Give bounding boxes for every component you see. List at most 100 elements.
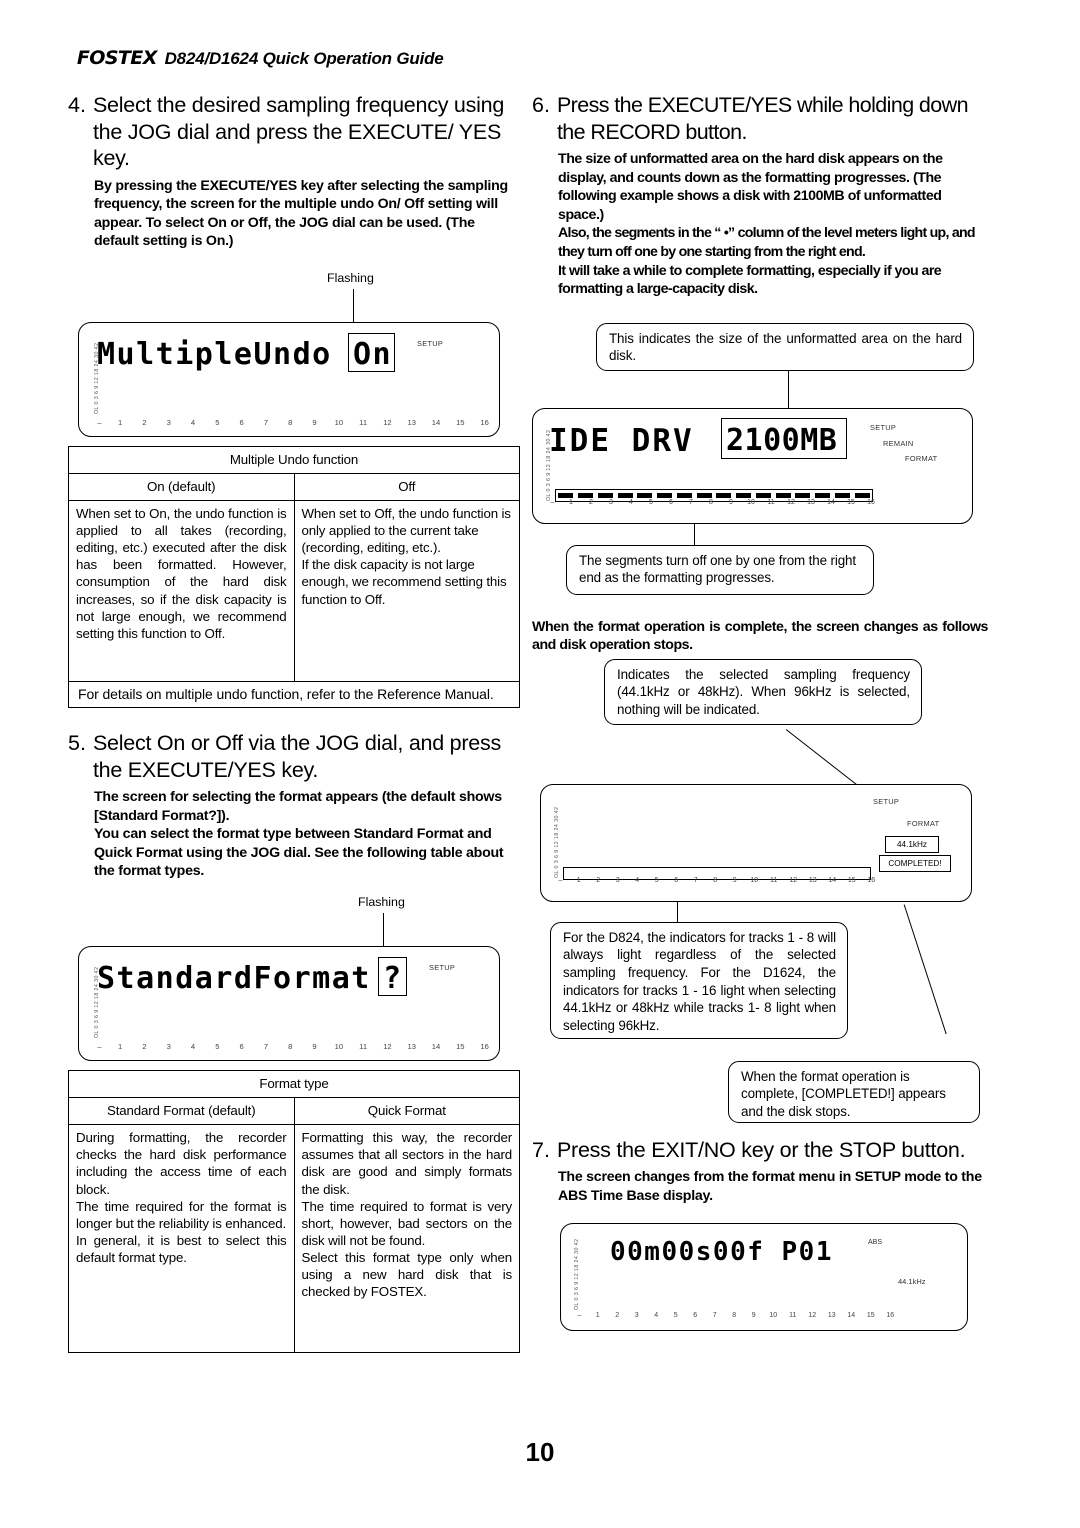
track-num: 10: [769, 1312, 778, 1320]
track-num: 3: [166, 417, 171, 427]
track-num: 3: [166, 1042, 171, 1052]
step-7-heading: 7. Press the EXIT/NO key or the STOP but…: [532, 1137, 988, 1164]
cell-quick-description: Formatting this way, the recorder assume…: [293, 1124, 520, 1354]
track-num: 13: [808, 876, 817, 884]
meter-segment: [578, 492, 594, 498]
indicator-setup: SETUP: [429, 963, 456, 973]
lcd-rate-box: 44.1kHz: [885, 835, 939, 853]
track-num: 12: [383, 1042, 392, 1052]
format-type-table-wrap: Format type Standard Format (default) Qu…: [68, 1070, 520, 1354]
step-5-heading: 5. Select On or Off via the JOG dial, an…: [68, 730, 520, 783]
lcd-rate-value: 44.1kHz: [896, 840, 928, 850]
step-4-heading: 4. Select the desired sampling frequency…: [68, 92, 520, 172]
step-6-heading: 6. Press the EXECUTE/YES while holding d…: [532, 92, 988, 145]
track-num: 15: [866, 1312, 875, 1320]
track-num: 2: [615, 1312, 620, 1320]
meter-segment: [696, 492, 712, 498]
header-title: D824/D1624 Quick Operation Guide: [164, 49, 444, 68]
track-num: 16: [480, 1042, 489, 1052]
table-row: During formatting, the recorder checks t…: [68, 1124, 520, 1354]
track-num: 12: [808, 1312, 817, 1320]
track-num: 4: [629, 498, 633, 506]
multiple-undo-table: Multiple Undo function On (default) Off …: [68, 445, 520, 708]
indicator-setup: SETUP: [870, 422, 897, 432]
track-num: 1: [595, 1312, 600, 1320]
cell-off-description: When set to Off, the undo function is on…: [293, 500, 520, 708]
track-num: 10: [334, 1042, 344, 1052]
table-title: Format type: [68, 1070, 520, 1099]
track-num: 2: [589, 498, 593, 506]
lcd-undo-text: MultipleUndo: [97, 336, 332, 372]
balloon-leader-line-1: [788, 370, 790, 409]
track-dash: –: [558, 876, 563, 884]
track-dash: –: [577, 1312, 582, 1320]
track-number-row: – 1 2 3 4 5 6 7 8 9 10 11 12 13 14 15 16: [91, 418, 497, 427]
track-num: 15: [456, 417, 465, 427]
meter-scale-labels: OL 0 3 6 9 12 18 24 30 42: [546, 429, 552, 501]
flashing-leader-line-1: [353, 288, 355, 325]
track-num: 6: [674, 876, 679, 884]
lcd-ide-text: IDE DRV: [549, 422, 694, 459]
meter-segment: [795, 492, 811, 498]
meter-segment: [775, 492, 791, 498]
lcd-completed: SETUP FORMAT 44.1kHz COMPLETED! OL 0 3 6…: [540, 783, 972, 902]
track-num: 14: [847, 1312, 856, 1320]
step-4-body: By pressing the EXECUTE/YES key after se…: [68, 177, 520, 251]
track-num: 12: [787, 498, 795, 506]
track-num: 9: [312, 417, 317, 427]
step-6-body-4: When the format operation is complete, t…: [532, 618, 988, 654]
track-num: 15: [847, 876, 856, 884]
track-num: 3: [634, 1312, 639, 1320]
track-num: 13: [407, 1042, 416, 1052]
track-num: 6: [669, 498, 673, 506]
meter-segment: [558, 492, 574, 498]
track-num: 13: [827, 1312, 836, 1320]
track-num: 13: [407, 417, 416, 427]
track-num: 9: [751, 1312, 756, 1320]
track-num: 14: [828, 876, 837, 884]
balloon-segments-off: The segments turn off one by one from th…: [566, 544, 874, 595]
fostex-logo: FOSTEX: [76, 48, 158, 69]
step-6-title: Press the EXECUTE/YES while holding down…: [556, 93, 969, 144]
track-num: 7: [712, 1312, 717, 1320]
lcd-format-value-box: ?: [378, 957, 407, 997]
step-6-body-2: Also, the segments in the “ •” column of…: [558, 225, 976, 260]
cell-on-description: When set to On, the undo function is app…: [68, 500, 295, 708]
flashing-label-1: Flashing: [327, 270, 374, 285]
table-row-title: Format type: [68, 1070, 520, 1099]
track-num: 1: [569, 498, 573, 506]
step-4-title: Select the desired sampling frequency us…: [92, 93, 505, 170]
track-num: 7: [263, 1042, 269, 1052]
lcd-completed-box: COMPLETED!: [879, 854, 951, 872]
step-6-body: The size of unformatted area on the hard…: [532, 150, 988, 299]
track-num: 16: [480, 417, 489, 427]
col-header-on: On (default): [68, 472, 295, 502]
page-root: FOSTEX D824/D1624 Quick Operation Guide …: [0, 0, 1080, 1528]
balloon-sampling-freq: Indicates the selected sampling frequenc…: [604, 658, 922, 725]
flashing-label-2: Flashing: [358, 895, 405, 910]
lcd-abs-text: 00m00s00f P01: [610, 1237, 833, 1268]
step-5-number: 5.: [68, 731, 86, 756]
page-number: 10: [525, 1437, 555, 1467]
indicator-setup: SETUP: [417, 338, 444, 348]
multiple-undo-footnote: For details on multiple undo function, r…: [68, 680, 520, 709]
lcd-format-value: ?: [383, 961, 403, 997]
track-num: 16: [867, 876, 876, 884]
balloon-leader-line-2: [694, 523, 696, 547]
step-6-number: 6.: [532, 93, 550, 117]
lcd-undo-value-box: On: [348, 332, 395, 372]
meter-segment: [834, 492, 850, 498]
table-row-headers: On (default) Off: [68, 472, 520, 502]
ide-display-group: This indicates the size of the unformatt…: [532, 322, 988, 661]
step-7-title: Press the EXIT/NO key or the STOP button…: [556, 1137, 966, 1162]
track-number-row: – 1 2 3 4 5 6 7 8 9 10 11 12 13 14 15 16: [91, 1042, 497, 1051]
step-4-number: 4.: [68, 93, 86, 117]
balloon-completed: When the format operation is complete, […: [728, 1060, 980, 1123]
track-num: 8: [288, 1042, 293, 1052]
track-num: 7: [263, 417, 269, 427]
track-number-row: – 1 2 3 4 5 6 7 8 9 10 11 12 13 14 15 16: [552, 877, 881, 884]
track-num: 9: [729, 498, 733, 506]
balloon-unformatted-size: This indicates the size of the unformatt…: [596, 322, 974, 371]
meter-segment: [657, 492, 673, 498]
track-num: 10: [334, 417, 344, 427]
